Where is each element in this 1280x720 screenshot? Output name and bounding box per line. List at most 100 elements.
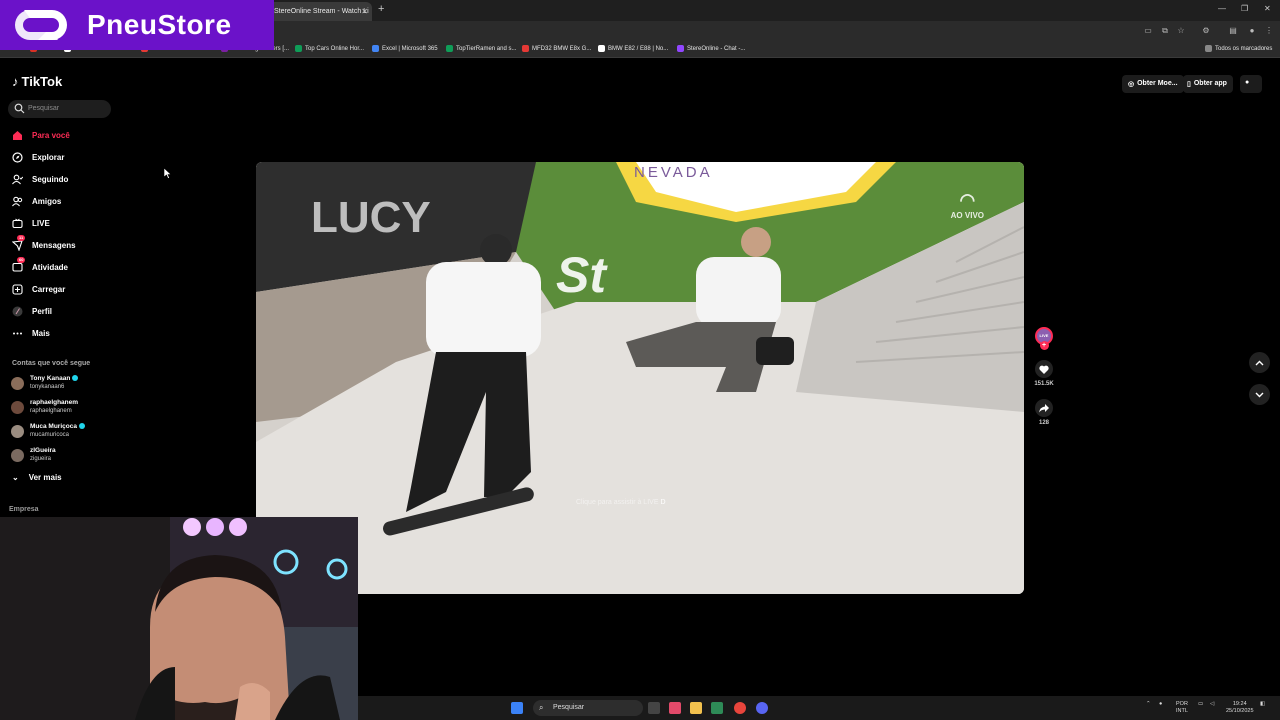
- folder-icon: [1205, 45, 1212, 52]
- bookmark-item[interactable]: Excel | Microsoft 365: [372, 45, 438, 52]
- close-window-icon[interactable]: ✕: [1264, 4, 1271, 13]
- nav-perfil[interactable]: Perfil: [12, 303, 52, 319]
- share-button[interactable]: 128: [1034, 399, 1054, 426]
- minimize-icon[interactable]: —: [1218, 4, 1226, 13]
- nav-seguindo[interactable]: Seguindo: [12, 171, 68, 187]
- avatar: [11, 448, 24, 462]
- creator-avatar-button[interactable]: LIVE +: [1034, 327, 1054, 350]
- webcam-overlay: [0, 517, 358, 720]
- bookmark-item[interactable]: BMW E82 / E88 | No...: [598, 45, 668, 52]
- next-video-button[interactable]: [1249, 384, 1270, 405]
- see-more-button[interactable]: ⌄ Ver mais: [12, 473, 62, 482]
- file-explorer-icon[interactable]: [690, 702, 702, 714]
- bookmark-favicon-icon: [446, 45, 453, 52]
- tiktok-logo[interactable]: ♪ TikTok: [12, 74, 62, 89]
- company-link[interactable]: Empresa: [9, 506, 39, 513]
- mic-icon[interactable]: ●: [1159, 701, 1162, 708]
- tab-title: StereOnline Stream - Watch Li: [274, 8, 369, 15]
- follow-plus-icon[interactable]: +: [1039, 341, 1049, 350]
- search-icon: [14, 103, 25, 114]
- chevron-down-icon: [1255, 392, 1264, 397]
- search-icon: ⌕: [539, 703, 544, 712]
- video-frame: LUCY NEVADA St: [256, 162, 1024, 594]
- bookmark-favicon-icon: [295, 45, 302, 52]
- nav-mais[interactable]: Mais: [12, 325, 50, 341]
- bookmark-favicon-icon: [372, 45, 379, 52]
- bookmark-item[interactable]: Top Cars Online Hor...: [295, 45, 364, 52]
- browser-menu-icon[interactable]: ⋮: [1264, 26, 1274, 36]
- bookmark-item[interactable]: TopTierRamen and s...: [446, 45, 516, 52]
- channel-watermark: ◠ AO VIVO: [950, 190, 984, 220]
- verified-icon: [78, 423, 85, 430]
- video-player[interactable]: LUCY NEVADA St ◠ AO VIVO Clique para ass…: [256, 162, 1024, 594]
- following-section-title: Contas que você segue: [12, 360, 91, 367]
- more-icon: [13, 332, 22, 334]
- nav-atividade[interactable]: 60 Atividade: [12, 256, 68, 275]
- get-app-button[interactable]: ▯ Obter app: [1183, 75, 1233, 93]
- search-input[interactable]: Pesquisar: [8, 100, 111, 118]
- all-bookmarks[interactable]: Todos os marcadores: [1205, 45, 1272, 52]
- windows-start-icon[interactable]: [511, 702, 523, 714]
- compass-icon: [12, 151, 23, 163]
- message-icon: [11, 239, 23, 252]
- tray-chevron-icon[interactable]: ⌃: [1146, 701, 1151, 708]
- coin-icon: ◎: [1128, 81, 1135, 88]
- close-tab-icon[interactable]: ✕: [361, 7, 368, 16]
- profile-menu-button[interactable]: ●: [1240, 75, 1262, 93]
- store-icon[interactable]: [711, 702, 723, 714]
- nav-carregar[interactable]: Carregar: [12, 281, 65, 297]
- tiktok-note-icon: ♪: [12, 74, 19, 89]
- nav-live[interactable]: LIVE: [12, 215, 50, 231]
- extensions-icon[interactable]: ⚙: [1201, 26, 1211, 36]
- pneustore-logo: PneuStore: [0, 0, 274, 50]
- svg-text:St: St: [556, 247, 608, 303]
- bookmark-item[interactable]: MFD32 BMW E8x G...: [522, 45, 591, 52]
- network-icon[interactable]: ▭: [1198, 701, 1203, 708]
- nav-para-voce[interactable]: Para você: [12, 127, 70, 143]
- get-coins-button[interactable]: ◎ Obter Moe...: [1122, 75, 1184, 93]
- nav-explorar[interactable]: Explorar: [12, 149, 64, 165]
- bookmark-item[interactable]: StereOnline - Chat -...: [677, 45, 745, 52]
- chevron-down-icon: ⌄: [12, 473, 19, 482]
- svg-text:LUCY: LUCY: [311, 193, 431, 242]
- followed-account-item[interactable]: zIGueira zigueira: [11, 447, 56, 463]
- clock[interactable]: 19:24 25/10/2025: [1226, 701, 1254, 715]
- avatar: ●: [1245, 79, 1250, 86]
- like-button[interactable]: 151.5K: [1034, 360, 1054, 387]
- activity-icon: [12, 262, 23, 272]
- notifications-icon[interactable]: ◧: [1260, 701, 1265, 708]
- verified-icon: [72, 375, 79, 382]
- cast-icon[interactable]: ▭: [1143, 26, 1153, 36]
- translate-icon[interactable]: ⧉: [1160, 26, 1170, 36]
- followed-account-item[interactable]: Tony Kanaan tonykanaan6: [11, 375, 79, 391]
- like-count: 151.5K: [1034, 381, 1054, 387]
- new-tab-icon[interactable]: +: [378, 3, 384, 15]
- task-view-icon[interactable]: [648, 702, 660, 714]
- live-caption[interactable]: Clique para assistir à LIVE D: [576, 499, 666, 506]
- nav-mensagens[interactable]: 11 Mensagens: [11, 234, 76, 253]
- channel-logo-icon: ◠: [959, 190, 976, 210]
- language-indicator[interactable]: POR INTL: [1176, 701, 1188, 715]
- chrome-icon[interactable]: [734, 702, 746, 714]
- taskbar-search[interactable]: ⌕ Pesquisar: [533, 700, 643, 716]
- followed-account-item[interactable]: Muca Muriçoca mucamuricoca: [11, 423, 85, 439]
- profile-avatar-icon[interactable]: ●: [1247, 26, 1257, 36]
- discord-icon[interactable]: [756, 702, 768, 714]
- avatar: [11, 376, 24, 390]
- nav-amigos[interactable]: Amigos: [12, 193, 61, 209]
- previous-video-button[interactable]: [1249, 352, 1270, 373]
- heart-icon: [1035, 360, 1053, 378]
- upload-icon: [12, 283, 23, 295]
- mouse-cursor-icon: [164, 168, 172, 179]
- sidebar-icon[interactable]: ▤: [1228, 26, 1238, 36]
- avatar: [11, 400, 24, 414]
- followed-account-item[interactable]: raphaelghanem raphaelghanem: [11, 399, 78, 415]
- browser-tab-active[interactable]: StereOnline Stream - Watch Li ✕: [268, 2, 372, 21]
- volume-icon[interactable]: ◁: [1210, 701, 1214, 708]
- copilot-icon[interactable]: [669, 702, 681, 714]
- bookmark-favicon-icon: [598, 45, 605, 52]
- bookmark-star-icon[interactable]: ☆: [1176, 26, 1186, 36]
- messages-badge: 11: [17, 234, 26, 241]
- following-icon: [12, 174, 23, 184]
- maximize-icon[interactable]: ❐: [1241, 4, 1248, 13]
